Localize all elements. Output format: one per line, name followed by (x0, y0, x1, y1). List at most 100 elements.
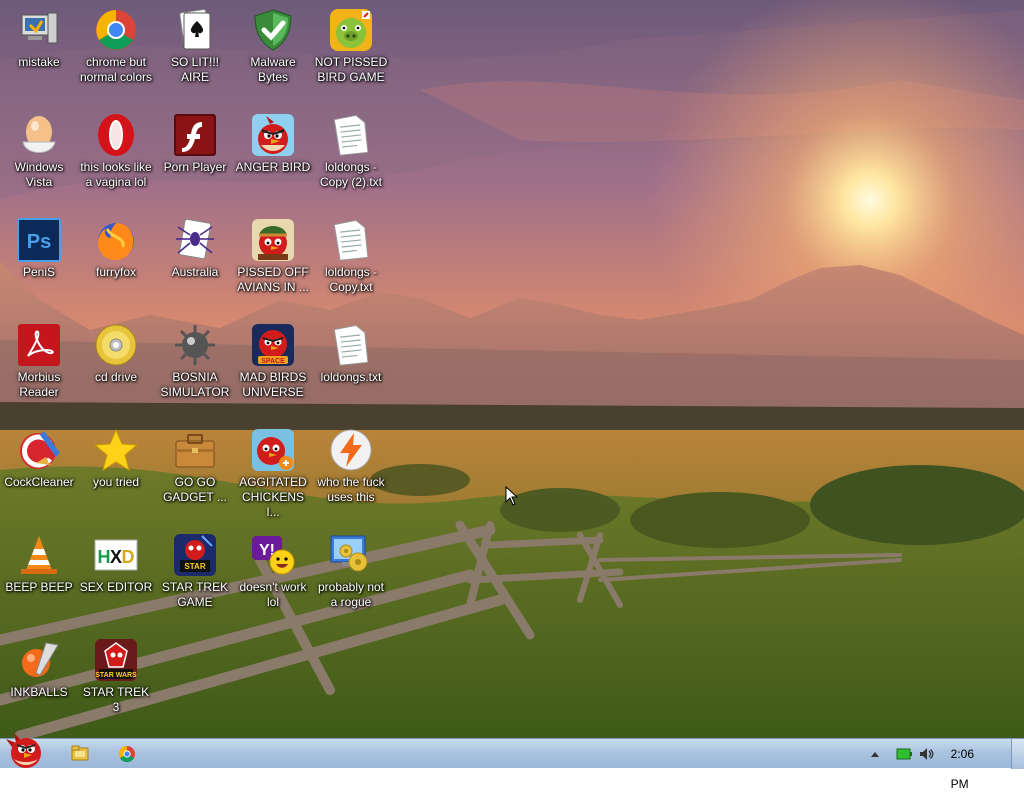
desktop-icon-label: PeniS (22, 265, 56, 279)
desktop-icon[interactable]: AGGITATED CHICKENS I... (234, 424, 312, 529)
desktop-icon-label: ANGER BIRD (235, 160, 311, 174)
star-wars-2-icon: STAR WARS (93, 637, 139, 683)
angry-birds-seasons-icon (250, 217, 296, 263)
taskbar-explorer-button[interactable] (60, 741, 100, 767)
desktop-icon-label: STAR TREK 3 (82, 685, 150, 714)
angry-bird-icon (250, 112, 296, 158)
desktop-icon-label: NOT PISSED BIRD GAME (314, 55, 388, 84)
show-hidden-icon[interactable] (870, 750, 880, 758)
desktop-icon-label: BEEP BEEP (5, 580, 73, 594)
desktop-icon-label: Australia (171, 265, 219, 279)
flash-icon (172, 112, 218, 158)
desktop-icon[interactable]: loldongs - Copy.txt (312, 214, 390, 319)
photoshop-icon: Ps (16, 217, 62, 263)
desktop-icon-label: this looks like a vagina lol (80, 160, 152, 189)
desktop-icon-label: mistake (18, 55, 60, 69)
desktop-icon[interactable]: SPACE MAD BIRDS UNIVERSE (234, 319, 312, 424)
desktop-icon-label: Malware Bytes (250, 55, 296, 84)
desktop-icon-label: who the fuck uses this (317, 475, 385, 504)
volume-icon[interactable] (918, 746, 934, 762)
hxd-icon: HXD (93, 532, 139, 578)
start-button[interactable] (4, 729, 48, 769)
desktop-icon[interactable]: who the fuck uses this (312, 424, 390, 529)
solitaire-icon (172, 7, 218, 53)
desktop-icon[interactable]: BEEP BEEP (0, 529, 78, 634)
taskbar-chrome-button[interactable] (107, 741, 147, 767)
desktop-icon-label: AGGITATED CHICKENS I... (239, 475, 307, 519)
desktop-icon-label: furryfox (95, 265, 136, 279)
desktop-icon[interactable]: mistake (0, 4, 78, 109)
battery-icon[interactable] (896, 747, 912, 761)
desktop-icon[interactable]: Australia (156, 214, 234, 319)
desktop-icon[interactable]: NOT PISSED BIRD GAME (312, 4, 390, 109)
desktop-icon[interactable]: Morbius Reader (0, 319, 78, 424)
taskbar: 2:06 PM (0, 733, 1024, 791)
angry-bird-start-icon (6, 733, 41, 768)
lightning-icon (328, 427, 374, 473)
desktop-icon[interactable]: chrome but normal colors (77, 4, 155, 109)
svg-text:STAR: STAR (184, 562, 205, 571)
show-desktop-button[interactable] (1011, 739, 1024, 769)
svg-text:H: H (98, 547, 111, 567)
opera-icon (93, 112, 139, 158)
egg-icon (16, 112, 62, 158)
desktop-icon-label: doesn't work lol (239, 580, 307, 609)
desktop-icon-label: STAR TREK GAME (161, 580, 229, 609)
firefox-icon (93, 217, 139, 263)
desktop-icon[interactable]: CockCleaner (0, 424, 78, 529)
star-icon (93, 427, 139, 473)
desktop-icon[interactable]: PISSED OFF AVIANS IN ... (234, 214, 312, 319)
desktop-icon[interactable]: Malware Bytes (234, 4, 312, 109)
spider-solitaire-icon (172, 217, 218, 263)
desktop-icon-label: CockCleaner (4, 475, 74, 489)
desktop-icon[interactable]: GO GO GADGET ... (156, 424, 234, 529)
svg-text:D: D (122, 547, 135, 567)
desktop-icon[interactable]: furryfox (77, 214, 155, 319)
desktop-icon[interactable]: cd drive (77, 319, 155, 424)
angry-birds-space-icon: SPACE (250, 322, 296, 368)
desktop-icon-label: GO GO GADGET ... (163, 475, 227, 504)
desktop-icon-label: loldongs.txt (320, 370, 382, 384)
desktop-icon[interactable]: STAR STAR TREK GAME (156, 529, 234, 634)
desktop-icon[interactable]: loldongs - Copy (2).txt (312, 109, 390, 214)
inkball-icon (16, 637, 62, 683)
desktop-icon[interactable]: probably not a rogue (312, 529, 390, 634)
desktop-icon[interactable]: Ps PeniS (0, 214, 78, 319)
desktop-icon-label: BOSNIA SIMULATOR (160, 370, 230, 399)
control-panel-icon (328, 532, 374, 578)
text-file-icon (328, 322, 374, 368)
desktop-icon-label: Porn Player (163, 160, 227, 174)
cd-icon (93, 322, 139, 368)
mine-icon (172, 322, 218, 368)
svg-text:X: X (110, 547, 122, 567)
desktop-icon[interactable]: you tried (77, 424, 155, 529)
ccleaner-icon (16, 427, 62, 473)
desktop-icon-label: you tried (92, 475, 140, 489)
desktop-icon[interactable]: BOSNIA SIMULATOR (156, 319, 234, 424)
desktop-icon[interactable]: H X D SEX EDITOR (77, 529, 155, 634)
desktop-icon-label: MAD BIRDS UNIVERSE (239, 370, 307, 399)
shield-icon (250, 7, 296, 53)
desktop-icon[interactable]: loldongs.txt (312, 319, 390, 424)
desktop-icon-label: Windows Vista (14, 160, 64, 189)
desktop-icon[interactable]: Windows Vista (0, 109, 78, 214)
desktop-icon[interactable]: INKBALLS (0, 634, 78, 739)
desktop-icon[interactable]: ANGER BIRD (234, 109, 312, 214)
taskbar-clock[interactable]: 2:06 PM (951, 739, 974, 791)
desktop-icon[interactable]: this looks like a vagina lol (77, 109, 155, 214)
desktop-icon[interactable]: STAR WARS STAR TREK 3 (77, 634, 155, 739)
chrome-icon (93, 7, 139, 53)
desktop-icon-label: chrome but normal colors (79, 55, 153, 84)
desktop-icon[interactable]: SO LIT!!! AIRE (156, 4, 234, 109)
star-wars-bird-icon: STAR (172, 532, 218, 578)
svg-text:Ps: Ps (27, 231, 51, 253)
desktop-icon-label: INKBALLS (10, 685, 68, 699)
text-file-icon (328, 217, 374, 263)
pig-icon (328, 7, 374, 53)
chrome-icon (118, 745, 135, 763)
desktop-icon[interactable]: Y! doesn't work lol (234, 529, 312, 634)
desktop-icon-label: PISSED OFF AVIANS IN ... (237, 265, 309, 294)
desktop-icon[interactable]: Porn Player (156, 109, 234, 214)
text-file-icon (328, 112, 374, 158)
svg-text:SPACE: SPACE (261, 358, 285, 365)
